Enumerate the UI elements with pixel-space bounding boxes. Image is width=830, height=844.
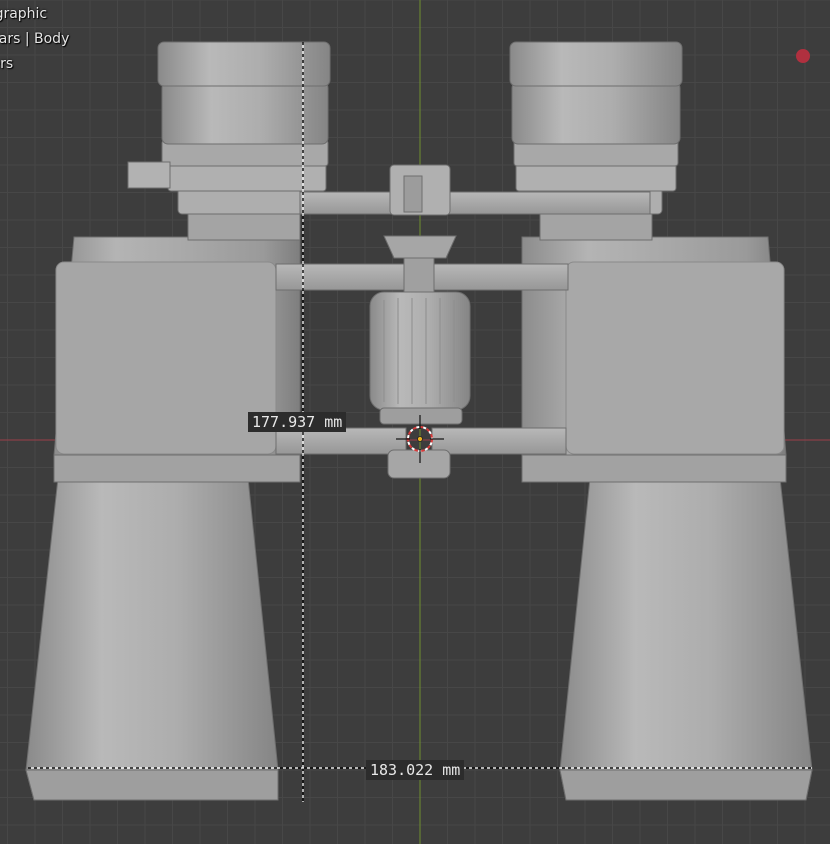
left-objective-tube xyxy=(25,477,279,801)
scene-canvas[interactable] xyxy=(0,0,830,844)
view-mode-label: ographic xyxy=(0,6,48,22)
units-label: ters xyxy=(0,56,14,72)
measure-vertical-label: 177.937 mm xyxy=(248,412,347,432)
measure-horizontal-label: 183.022 mm xyxy=(366,760,465,780)
3d-viewport[interactable]: ographic ulars | Body ters 177.937 mm 18… xyxy=(0,0,830,844)
record-indicator-icon[interactable] xyxy=(796,49,810,63)
right-objective-tube xyxy=(559,477,813,801)
right-barrel[interactable] xyxy=(509,41,813,801)
focus-wheel[interactable] xyxy=(369,291,471,411)
collection-object-label: ulars | Body xyxy=(0,31,70,47)
